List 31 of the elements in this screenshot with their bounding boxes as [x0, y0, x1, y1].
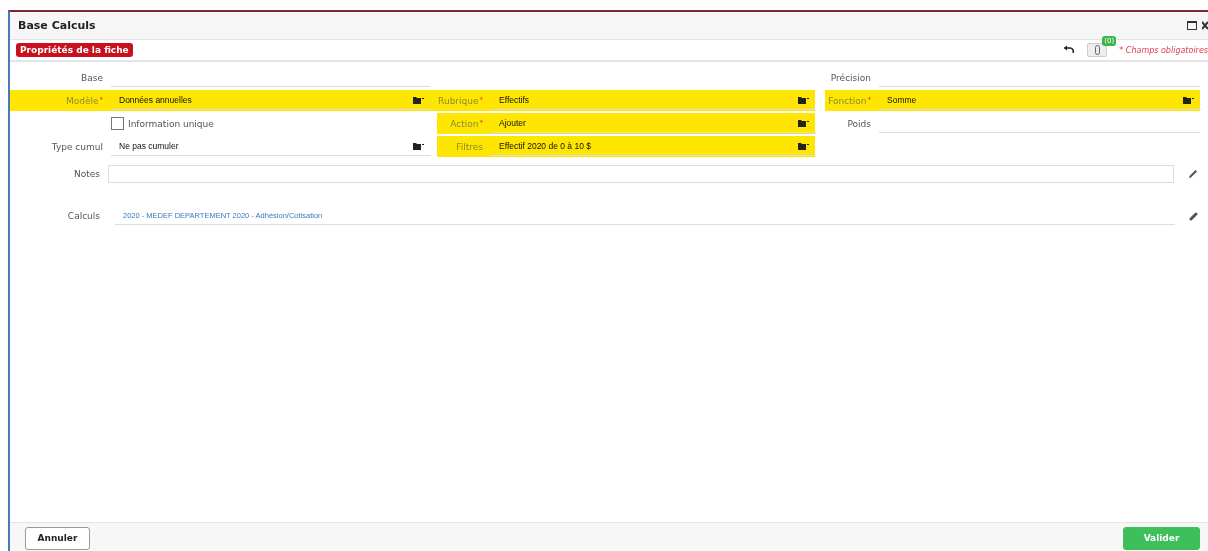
field-label: Fonction [828, 95, 867, 106]
folder-icon[interactable] [798, 143, 809, 150]
required-fields-note: * Champs obligatoires [1119, 45, 1208, 55]
link-icon[interactable] [1189, 211, 1198, 221]
field-label: Calculs [67, 211, 100, 221]
checkbox[interactable] [111, 117, 124, 130]
folder-icon[interactable] [798, 97, 809, 104]
field-label: Action [450, 118, 479, 129]
paperclip-icon [1094, 45, 1100, 55]
field-label: Modèle [65, 95, 99, 106]
folder-icon[interactable] [413, 97, 424, 104]
field-label: Base [81, 72, 103, 83]
field-label: Précision [830, 72, 871, 83]
field-label: Type cumul [51, 141, 103, 152]
field-label: Filtres [456, 141, 483, 152]
close-icon[interactable] [1202, 21, 1208, 30]
attachment-button[interactable] [1087, 43, 1108, 57]
section-tab[interactable]: Propriétés de la fiche [16, 43, 133, 57]
folder-icon[interactable] [798, 120, 809, 127]
folder-icon[interactable] [1183, 97, 1194, 104]
notes-field[interactable] [108, 165, 1174, 183]
field-label: Poids [847, 118, 871, 129]
field-label: Notes [74, 169, 100, 179]
window-title: Base Calculs [18, 19, 96, 32]
maximize-icon[interactable] [1187, 21, 1197, 30]
checkbox-label: Information unique [128, 118, 214, 129]
undo-icon[interactable] [1063, 45, 1076, 55]
folder-icon[interactable] [413, 143, 424, 150]
field-label: Rubrique [438, 95, 479, 106]
cancel-button[interactable]: Annuler [25, 526, 90, 550]
pencil-icon[interactable] [1188, 169, 1198, 179]
